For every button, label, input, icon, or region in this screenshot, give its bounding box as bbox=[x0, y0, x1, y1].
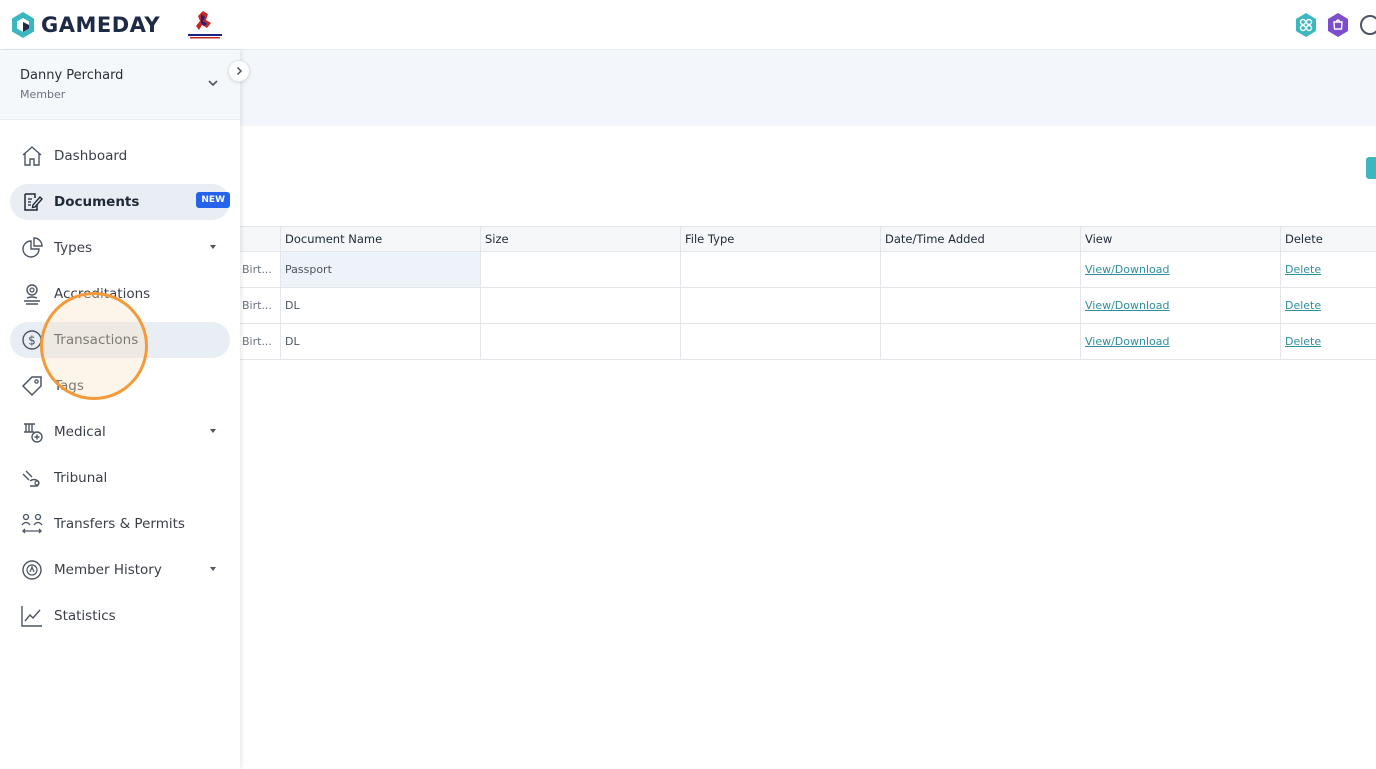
sidebar-item-label: Transactions bbox=[54, 332, 139, 348]
sidebar-item-label: Transfers & Permits bbox=[54, 516, 185, 532]
column-header-delete[interactable]: Delete bbox=[1281, 227, 1376, 251]
cell-date-added bbox=[881, 288, 1081, 323]
cell-view: View/Download bbox=[1081, 288, 1281, 323]
statistics-icon bbox=[20, 604, 44, 628]
sidebar-item-label: Types bbox=[54, 240, 93, 256]
pie-chart-icon bbox=[20, 236, 44, 260]
user-name: Danny Perchard bbox=[20, 68, 124, 83]
column-header-size[interactable]: Size bbox=[481, 227, 681, 251]
view-download-link[interactable]: View/Download bbox=[1085, 335, 1170, 348]
gameday-logo[interactable]: GAMEDAY bbox=[10, 10, 160, 40]
dollar-circle-icon: $ bbox=[20, 328, 44, 352]
delete-link[interactable]: Delete bbox=[1285, 299, 1321, 312]
sidebar-item-transactions[interactable]: $ Transactions bbox=[10, 322, 230, 358]
cell-view: View/Download bbox=[1081, 324, 1281, 359]
cell-type: Birt... bbox=[240, 324, 281, 359]
sidebar-item-label: Statistics bbox=[54, 608, 116, 624]
cell-size bbox=[481, 252, 681, 287]
top-bar: GAMEDAY bbox=[0, 0, 1376, 50]
apps-hex-icon[interactable] bbox=[1294, 12, 1318, 38]
sidebar: Danny Perchard Member Dashboard Document… bbox=[0, 50, 240, 769]
cell-document-name: DL bbox=[281, 324, 481, 359]
table-row: Birt... DL View/Download Delete bbox=[240, 288, 1376, 324]
cell-delete: Delete bbox=[1281, 288, 1376, 323]
cell-date-added bbox=[881, 252, 1081, 287]
sidebar-item-label: Tags bbox=[54, 378, 84, 394]
caret-down-icon bbox=[210, 567, 216, 571]
sidebar-item-types[interactable]: Types bbox=[10, 230, 230, 266]
column-header-type[interactable] bbox=[240, 227, 281, 251]
page-header-band bbox=[240, 50, 1376, 126]
table-row: Birt... Passport View/Download Delete bbox=[240, 252, 1376, 288]
svg-text:$: $ bbox=[28, 334, 36, 348]
sidebar-item-label: Tribunal bbox=[54, 470, 108, 486]
sidebar-collapse-button[interactable] bbox=[228, 60, 250, 82]
delete-link[interactable]: Delete bbox=[1285, 263, 1321, 276]
chevron-right-icon bbox=[236, 66, 243, 76]
cell-file-type bbox=[681, 252, 881, 287]
column-header-view[interactable]: View bbox=[1081, 227, 1281, 251]
sidebar-item-label: Medical bbox=[54, 424, 106, 440]
caret-down-icon bbox=[210, 429, 216, 433]
cell-file-type bbox=[681, 324, 881, 359]
history-icon bbox=[20, 558, 44, 582]
sidebar-item-dashboard[interactable]: Dashboard bbox=[10, 138, 230, 174]
cell-file-type bbox=[681, 288, 881, 323]
sidebar-item-label: Dashboard bbox=[54, 148, 128, 164]
cell-document-name: Passport bbox=[281, 252, 481, 287]
sidebar-item-accreditations[interactable]: Accreditations bbox=[10, 276, 230, 312]
sidebar-item-label: Member History bbox=[54, 562, 162, 578]
ice-hockey-uk-logo bbox=[188, 11, 222, 39]
cell-document-name: DL bbox=[281, 288, 481, 323]
shop-hex-icon[interactable] bbox=[1326, 12, 1350, 38]
transfer-icon bbox=[20, 512, 44, 536]
sidebar-item-medical[interactable]: Medical bbox=[10, 414, 230, 450]
sidebar-nav: Dashboard Documents NEW Types Accreditat… bbox=[10, 138, 230, 644]
document-edit-icon bbox=[20, 190, 44, 214]
view-download-link[interactable]: View/Download bbox=[1085, 299, 1170, 312]
column-header-date-added[interactable]: Date/Time Added bbox=[881, 227, 1081, 251]
sidebar-item-statistics[interactable]: Statistics bbox=[10, 598, 230, 634]
medical-icon bbox=[20, 420, 44, 444]
user-role: Member bbox=[20, 88, 66, 101]
cell-size bbox=[481, 324, 681, 359]
cell-delete: Delete bbox=[1281, 252, 1376, 287]
new-badge: NEW bbox=[196, 192, 230, 208]
cell-view: View/Download bbox=[1081, 252, 1281, 287]
tribunal-icon bbox=[20, 466, 44, 490]
cell-type: Birt... bbox=[240, 288, 281, 323]
delete-link[interactable]: Delete bbox=[1285, 335, 1321, 348]
profile-circle-icon[interactable] bbox=[1358, 12, 1376, 38]
user-switcher[interactable]: Danny Perchard Member bbox=[0, 50, 240, 120]
cell-date-added bbox=[881, 324, 1081, 359]
cell-size bbox=[481, 288, 681, 323]
add-document-button[interactable] bbox=[1366, 157, 1376, 179]
cell-delete: Delete bbox=[1281, 324, 1376, 359]
accreditation-icon bbox=[20, 282, 44, 306]
cell-type: Birt... bbox=[240, 252, 281, 287]
sidebar-item-member-history[interactable]: Member History bbox=[10, 552, 230, 588]
sidebar-item-label: Accreditations bbox=[54, 286, 151, 302]
sidebar-item-transfers-permits[interactable]: Transfers & Permits bbox=[10, 506, 230, 542]
brand-name: GAMEDAY bbox=[41, 13, 161, 37]
caret-down-icon bbox=[210, 245, 216, 249]
sidebar-item-documents[interactable]: Documents NEW bbox=[10, 184, 230, 220]
home-icon bbox=[20, 144, 44, 168]
view-download-link[interactable]: View/Download bbox=[1085, 263, 1170, 276]
tag-icon bbox=[20, 374, 44, 398]
chevron-down-icon bbox=[208, 80, 218, 87]
sidebar-item-tribunal[interactable]: Tribunal bbox=[10, 460, 230, 496]
column-header-document-name[interactable]: Document Name bbox=[281, 227, 481, 251]
sidebar-item-label: Documents bbox=[54, 194, 140, 210]
gameday-logo-icon bbox=[12, 12, 34, 38]
column-header-file-type[interactable]: File Type bbox=[681, 227, 881, 251]
table-header-row: Document Name Size File Type Date/Time A… bbox=[240, 227, 1376, 252]
documents-table: Document Name Size File Type Date/Time A… bbox=[240, 226, 1376, 360]
sidebar-item-tags[interactable]: Tags bbox=[10, 368, 230, 404]
table-row: Birt... DL View/Download Delete bbox=[240, 324, 1376, 360]
